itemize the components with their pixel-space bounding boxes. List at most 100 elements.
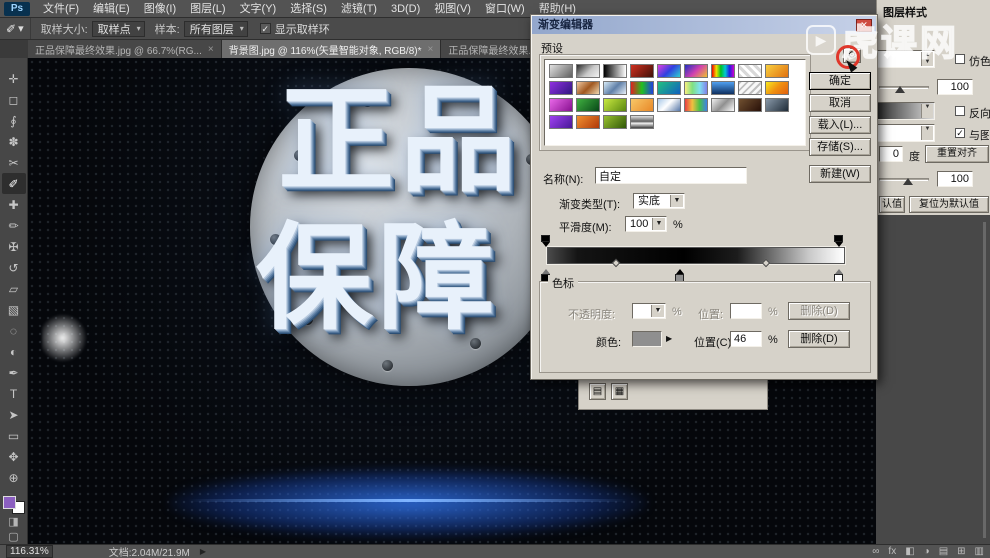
gradient-preset-swatch[interactable] xyxy=(630,64,654,78)
layer-group-icon[interactable]: ▤ xyxy=(939,545,948,558)
tab-close-icon[interactable]: × xyxy=(208,44,214,55)
chevron-down-icon[interactable]: ▼ xyxy=(652,218,665,230)
gradient-preset-swatch[interactable] xyxy=(603,115,627,129)
brush-tool[interactable]: ✏ xyxy=(2,215,26,236)
menu-item[interactable]: 3D(D) xyxy=(384,0,427,18)
gradient-preset-swatch[interactable] xyxy=(711,81,735,95)
gradient-preset-swatch[interactable] xyxy=(576,64,600,78)
new-button[interactable]: 新建(W) xyxy=(809,165,871,183)
reset-alignment-button[interactable]: 重置对齐 xyxy=(925,145,989,163)
opacity-slider-handle[interactable] xyxy=(895,81,905,93)
panel-scrollbar[interactable] xyxy=(983,222,986,538)
quick-mask-button[interactable]: ◨ xyxy=(2,514,26,529)
sample-dropdown[interactable]: 所有图层 ▾ xyxy=(183,20,248,37)
menu-item[interactable]: 文字(Y) xyxy=(233,0,284,18)
gradient-preset-swatch[interactable] xyxy=(657,64,681,78)
opacity-stop-left[interactable] xyxy=(541,235,550,251)
blur-tool[interactable]: ◌ xyxy=(2,320,26,341)
chevron-down-icon[interactable]: ▼ xyxy=(921,126,933,140)
gradient-preset-swatch[interactable] xyxy=(576,81,600,95)
gradient-dropdown[interactable]: ▼ xyxy=(875,102,935,120)
marquee-tool[interactable]: ◻ xyxy=(2,89,26,110)
gradient-preset-swatch[interactable] xyxy=(738,81,762,95)
gradient-preset-swatch[interactable] xyxy=(738,98,762,112)
delete-color-stop-button[interactable]: 删除(D) xyxy=(788,330,850,348)
reset-default-button[interactable]: 复位为默认值 xyxy=(909,196,989,213)
layer-mask-icon[interactable]: ◧ xyxy=(905,545,914,558)
gradient-preset-swatch[interactable] xyxy=(711,98,735,112)
gradient-preset-swatch[interactable] xyxy=(684,64,708,78)
gradient-tool[interactable]: ▧ xyxy=(2,299,26,320)
gradient-preset-swatch[interactable] xyxy=(603,64,627,78)
gradient-preset-swatch[interactable] xyxy=(765,98,789,112)
load-button[interactable]: 载入(L)... xyxy=(809,116,871,134)
align-with-layer-checkbox[interactable]: ✓ xyxy=(955,128,965,138)
opacity-stop-right[interactable] xyxy=(834,235,843,251)
menu-item[interactable]: 窗口(W) xyxy=(478,0,532,18)
style-dropdown[interactable]: ▼ xyxy=(875,124,935,142)
zoom-tool[interactable]: ⊕ xyxy=(2,467,26,488)
gradient-preset-swatch[interactable] xyxy=(549,98,573,112)
gradient-preset-swatch[interactable] xyxy=(657,98,681,112)
eyedropper-tool[interactable]: ✐ xyxy=(1,173,26,194)
shape-tool[interactable]: ▭ xyxy=(2,425,26,446)
stop-color-swatch[interactable] xyxy=(632,331,662,347)
menu-item[interactable]: 视图(V) xyxy=(427,0,478,18)
current-tool-preset[interactable]: ✐ ▾ xyxy=(0,18,31,39)
ok-button[interactable]: 确定 xyxy=(809,72,871,90)
gradient-preset-swatch[interactable] xyxy=(630,98,654,112)
delete-layer-icon[interactable]: ▥ xyxy=(975,545,984,558)
pen-tool[interactable]: ✒ xyxy=(2,362,26,383)
value-field-fragment[interactable] xyxy=(729,382,759,399)
screen-mode-button[interactable]: ▢ xyxy=(2,529,26,544)
hand-tool[interactable]: ✥ xyxy=(2,446,26,467)
gradient-preset-swatch[interactable] xyxy=(603,81,627,95)
gradient-preset-swatch[interactable] xyxy=(684,81,708,95)
spot-heal-tool[interactable]: ✚ xyxy=(2,194,26,215)
zoom-level-field[interactable]: 116.31% xyxy=(6,545,53,558)
gradient-preset-swatch[interactable] xyxy=(576,98,600,112)
angle-value-field[interactable]: 0 xyxy=(879,146,903,162)
color-stop-selected[interactable] xyxy=(675,265,684,282)
gradient-preset-swatch[interactable] xyxy=(657,81,681,95)
reverse-checkbox[interactable] xyxy=(955,106,965,116)
save-button[interactable]: 存储(S)... xyxy=(809,138,871,156)
eraser-tool[interactable]: ▱ xyxy=(2,278,26,299)
texture-icon-button[interactable]: ▤ xyxy=(589,383,606,400)
gradient-type-dropdown[interactable]: 实底 ▼ xyxy=(633,193,685,209)
gradient-preset-swatch[interactable] xyxy=(711,64,735,78)
set-default-button[interactable]: 认值 xyxy=(879,196,905,213)
menu-item[interactable]: 文件(F) xyxy=(36,0,86,18)
gradient-preset-swatch[interactable] xyxy=(738,64,762,78)
smoothness-dropdown[interactable]: 100 ▼ xyxy=(625,216,667,232)
status-flyout-icon[interactable]: ▶ xyxy=(200,547,206,556)
color-stop-right[interactable] xyxy=(834,265,843,282)
gradient-preview-bar[interactable] xyxy=(547,247,845,264)
adjustment-layer-icon[interactable]: ◑ xyxy=(924,545,930,558)
cancel-button[interactable]: 取消 xyxy=(809,94,871,112)
quick-select-tool[interactable]: ✽ xyxy=(2,131,26,152)
move-tool[interactable]: ✛ xyxy=(2,68,26,89)
scale-slider-handle[interactable] xyxy=(903,173,913,185)
chevron-down-icon[interactable]: ▼ xyxy=(670,195,683,207)
new-layer-icon[interactable]: ⊞ xyxy=(957,545,965,558)
gradient-preset-swatch[interactable] xyxy=(684,98,708,112)
opacity-value-field[interactable]: 100 xyxy=(937,79,973,95)
layer-style-fx-icon[interactable]: fx xyxy=(888,545,896,558)
crop-tool[interactable]: ✂ xyxy=(2,152,26,173)
document-tab[interactable]: 正品保障最终效果.jpg @ 66.7%(RG... × xyxy=(28,40,222,58)
gradient-preset-swatch[interactable] xyxy=(765,81,789,95)
swatch-flyout-icon[interactable]: ▶ xyxy=(666,334,672,343)
history-brush-tool[interactable]: ↺ xyxy=(2,257,26,278)
menu-item[interactable]: 编辑(E) xyxy=(86,0,137,18)
gradient-preset-swatch[interactable] xyxy=(603,98,627,112)
link-layers-icon[interactable]: ∞ xyxy=(872,545,879,558)
gradient-preset-swatch[interactable] xyxy=(765,64,789,78)
gradient-preset-swatch[interactable] xyxy=(549,81,573,95)
name-input[interactable] xyxy=(595,167,747,184)
menu-item[interactable]: 选择(S) xyxy=(283,0,334,18)
texture-icon-button2[interactable]: ▦ xyxy=(611,383,628,400)
gradient-preset-swatch[interactable] xyxy=(549,115,573,129)
menu-item[interactable]: 图像(I) xyxy=(137,0,183,18)
sample-size-dropdown[interactable]: 取样点 ▾ xyxy=(91,20,145,37)
